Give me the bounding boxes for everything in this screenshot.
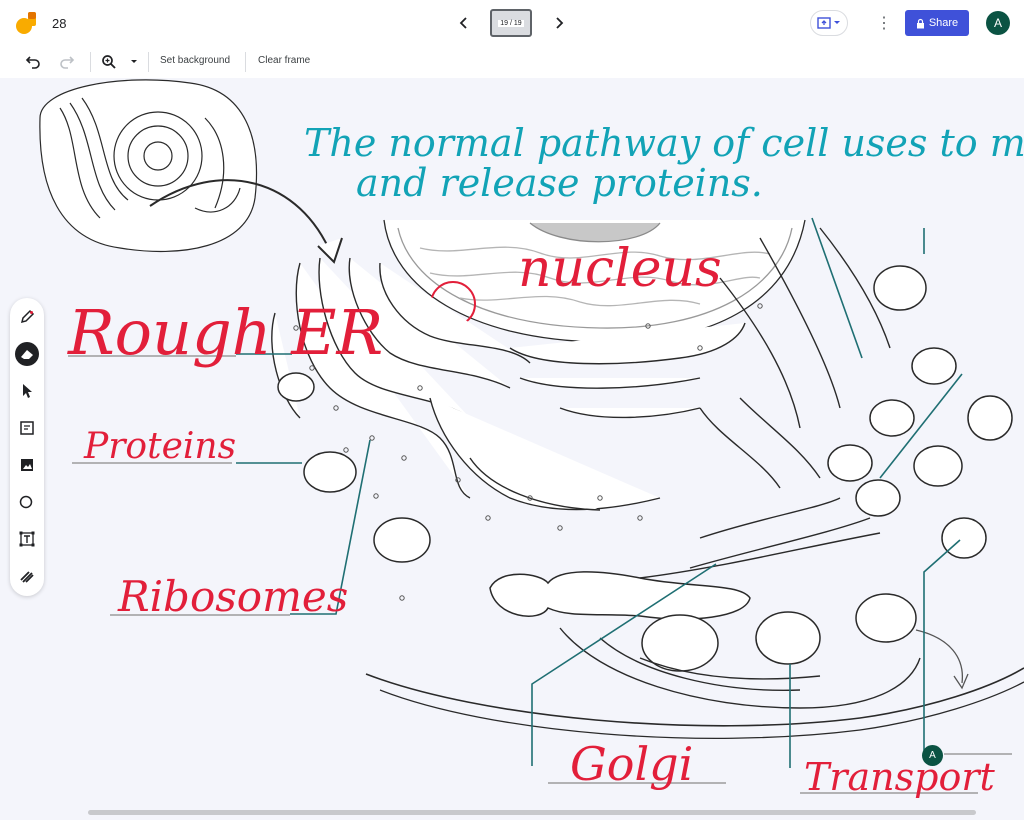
- collaborator-cursor-avatar: A: [922, 745, 943, 766]
- cell-membrane-inner: [379, 681, 1024, 739]
- previous-frame-button[interactable]: [455, 14, 473, 32]
- whiteboard-canvas[interactable]: The normal pathway of cell uses to make …: [0, 78, 1024, 820]
- rough-er-label: Rough ER: [67, 296, 383, 369]
- ribosomes-label: Ribosomes: [117, 572, 348, 621]
- more-options-icon[interactable]: ⋮: [876, 13, 892, 33]
- laser-icon[interactable]: [15, 564, 39, 588]
- sticky-note-icon[interactable]: [15, 416, 39, 440]
- app-header: 28 19 / 19 ⋮ Share A: [0, 0, 1024, 46]
- text-box-icon[interactable]: [15, 527, 39, 551]
- chevron-right-icon: [556, 17, 564, 29]
- pen-icon[interactable]: [15, 305, 39, 329]
- redo-icon[interactable]: [57, 52, 77, 72]
- zoom-icon[interactable]: [99, 52, 119, 72]
- frame-bar-toggle[interactable]: 19 / 19: [490, 9, 532, 37]
- title-line-1: The normal pathway of cell uses to make: [304, 121, 1024, 165]
- share-label: Share: [928, 17, 959, 29]
- tool-palette: [10, 298, 44, 596]
- transport-label: Transport: [804, 755, 996, 799]
- circle-shape-icon[interactable]: [15, 490, 39, 514]
- nucleus-label: nucleus: [518, 239, 722, 299]
- cell-illustration: [39, 79, 258, 253]
- horizontal-scrollbar[interactable]: [88, 810, 976, 815]
- caret-down-icon: [834, 21, 840, 24]
- chevron-left-icon: [459, 17, 467, 29]
- share-button[interactable]: Share: [905, 10, 969, 36]
- toolbar-divider: [245, 52, 246, 72]
- title-line-2: and release proteins.: [356, 161, 763, 205]
- set-background-button[interactable]: Set background: [160, 55, 230, 66]
- zoom-dropdown-icon[interactable]: [124, 52, 144, 72]
- next-frame-button[interactable]: [550, 14, 568, 32]
- present-button[interactable]: [810, 10, 848, 36]
- frame-counter: 19 / 19: [498, 19, 524, 27]
- golgi-label: Golgi: [570, 737, 693, 791]
- present-icon: [817, 17, 831, 29]
- frame-number: 28: [52, 16, 67, 31]
- jamboard-logo-icon: [14, 10, 38, 36]
- lock-icon: [916, 18, 924, 28]
- proteins-label: Proteins: [83, 426, 236, 467]
- clear-frame-button[interactable]: Clear frame: [258, 55, 310, 66]
- cell-diagram: The normal pathway of cell uses to make …: [39, 79, 1024, 799]
- secretion-arrow: [915, 629, 964, 684]
- eraser-icon[interactable]: [15, 342, 39, 366]
- toolbar-divider: [90, 52, 91, 72]
- account-avatar[interactable]: A: [986, 11, 1010, 35]
- frame-toolbar: [0, 46, 1024, 78]
- toolbar-divider: [148, 52, 149, 72]
- image-icon[interactable]: [15, 453, 39, 477]
- select-arrow-icon[interactable]: [15, 379, 39, 403]
- arrow-head: [317, 237, 343, 264]
- undo-icon[interactable]: [23, 52, 43, 72]
